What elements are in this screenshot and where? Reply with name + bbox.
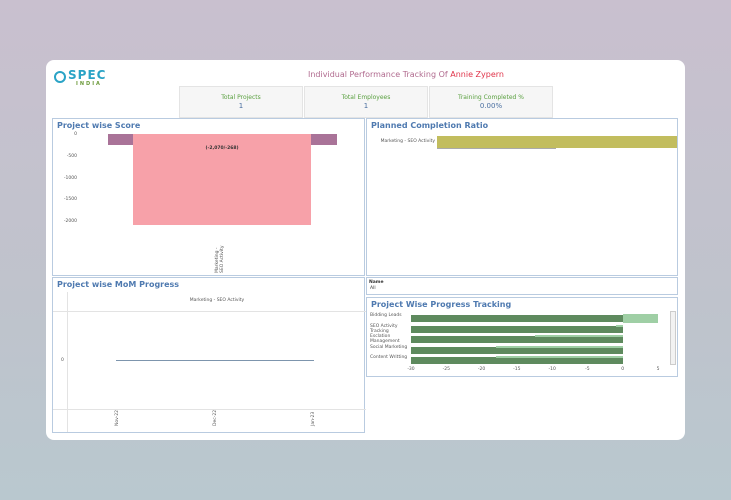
planned-reference-line [437, 148, 556, 149]
category-label: Social Marketing [370, 344, 408, 350]
panel-title: Planned Completion Ratio [371, 121, 489, 130]
project-score-panel: Project wise Score 0 -500 -1000 -1500 -2000 … [52, 118, 365, 276]
y-tick: 0 [74, 132, 77, 137]
progress-bar[interactable] [411, 357, 623, 364]
progress-bar[interactable] [411, 336, 623, 343]
y-tick: -1000 [63, 175, 77, 181]
y-tick: -500 [66, 153, 77, 159]
progress-bar[interactable] [411, 315, 623, 322]
target-bar[interactable] [622, 314, 658, 323]
filter-label: Name [369, 280, 384, 285]
mom-line[interactable] [116, 360, 314, 361]
x-tick: Nov-22 [115, 409, 120, 426]
kpi-training-completed: Training Completed % 0.00% [429, 86, 553, 118]
kpi-total-employees: Total Employees 1 [304, 86, 428, 118]
mom-header: Marketing - SEO Activity [189, 298, 245, 303]
x-tick: -15 [513, 367, 521, 372]
y-tick: 0 [61, 358, 64, 363]
progress-bar[interactable] [411, 325, 623, 333]
x-tick: -25 [442, 367, 450, 372]
x-tick: 0 [621, 367, 625, 372]
y-tick: -1500 [63, 197, 77, 203]
y-tick-label: Marketing - SEO Activity [380, 139, 435, 144]
target-bar[interactable] [615, 324, 623, 327]
category-label: Content Writting [370, 355, 408, 360]
panel-title: Project Wise Progress Tracking [371, 300, 512, 309]
page-title: Individual Performance Tracking Of Annie… [308, 70, 504, 79]
x-tick: 5 [656, 367, 660, 372]
x-tick: Dec-22 [213, 409, 218, 426]
category-label: Esclation Management [370, 334, 400, 344]
x-tick: -10 [548, 367, 556, 372]
scrollbar[interactable] [670, 311, 676, 365]
target-bar[interactable] [495, 356, 623, 358]
panel-title: Project wise MoM Progress [57, 280, 180, 289]
progress-bar[interactable] [411, 346, 623, 354]
x-tick: Jan-23 [311, 411, 316, 426]
kpi-total-projects: Total Projects 1 [179, 86, 303, 118]
category-label: SEO Activity Tracking [370, 323, 398, 334]
mom-progress-panel: Project wise MoM Progress Marketing - SE… [52, 277, 366, 433]
filter-value[interactable]: All [370, 286, 376, 291]
x-tick: -20 [477, 367, 486, 372]
planned-completion-panel: Planned Completion Ratio Marketing - SEO… [366, 118, 678, 276]
spec-india-logo: SPEC INDIA [54, 68, 105, 90]
name-filter[interactable]: Name All [366, 277, 678, 295]
x-tick-label: Marketing - SEO Activity [215, 245, 225, 273]
score-data-label: (-2,070/-268) [205, 146, 239, 151]
target-bar[interactable] [495, 345, 623, 348]
planned-bar[interactable] [437, 136, 677, 148]
panel-title: Project wise Score [57, 121, 141, 130]
y-tick: -2000 [63, 219, 77, 225]
x-tick: -5 [585, 367, 590, 372]
progress-tracking-panel: Project Wise Progress Tracking Bidding L… [366, 297, 678, 377]
target-bar[interactable] [534, 335, 623, 337]
category-label: Bidding Leads [370, 313, 402, 318]
x-tick: -30 [407, 367, 415, 372]
